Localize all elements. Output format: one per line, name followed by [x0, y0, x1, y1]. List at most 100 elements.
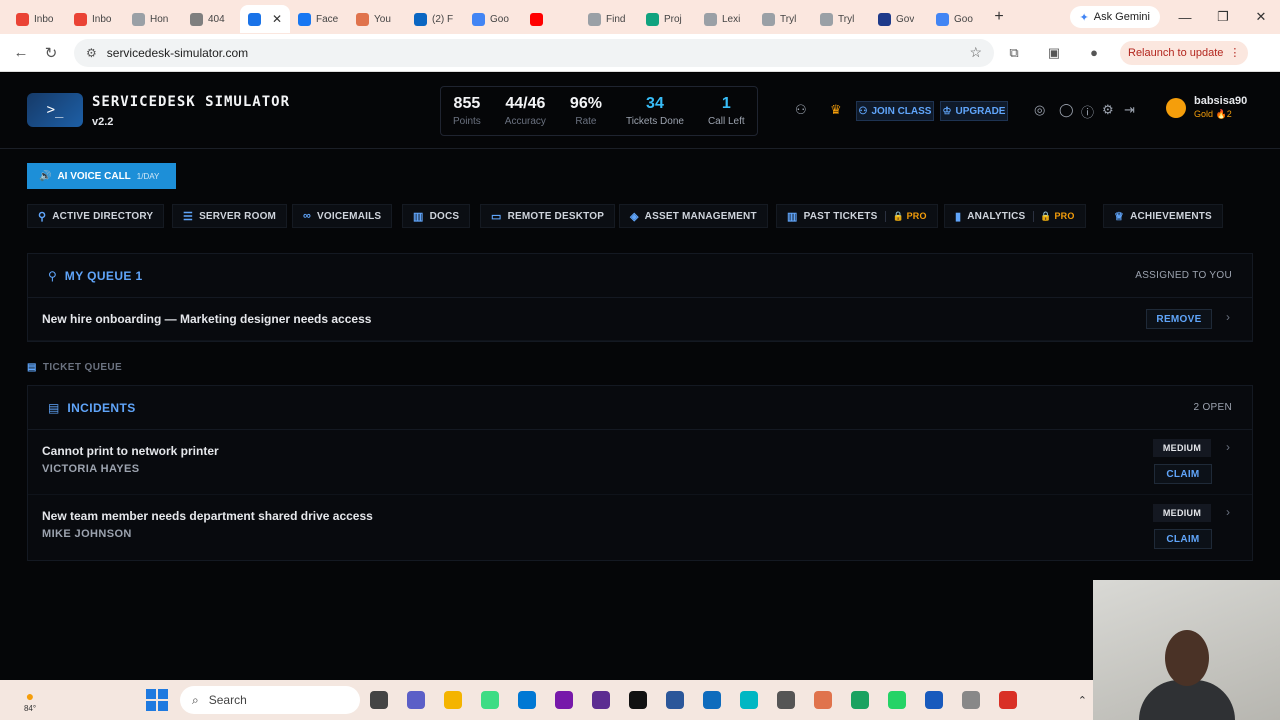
- address-bar[interactable]: ⚙ servicedesk-simulator.com ☆: [74, 38, 994, 67]
- browser-tab[interactable]: Face: [290, 5, 348, 33]
- browser-tab[interactable]: Goo: [928, 5, 986, 33]
- relaunch-button[interactable]: Relaunch to update ⋮: [1120, 40, 1249, 65]
- ticket-row[interactable]: New hire onboarding — Marketing designer…: [28, 298, 1252, 341]
- tab-favicon-icon: [472, 12, 485, 26]
- browser-tab[interactable]: [522, 5, 580, 33]
- browser-tab[interactable]: Tryl: [812, 5, 870, 33]
- taskbar-app-icon[interactable]: [545, 691, 582, 709]
- settings-gear-icon[interactable]: ⚙: [1102, 102, 1114, 118]
- tool-voicemails[interactable]: ∞ VOICEMAILS: [292, 204, 393, 228]
- taskbar-app-icon[interactable]: [767, 691, 804, 709]
- tool-analytics[interactable]: ▮ ANALYTICS 🔒 PRO: [944, 204, 1086, 228]
- ask-gemini-button[interactable]: ✦ Ask Gemini: [1069, 6, 1160, 28]
- ticket-row[interactable]: New team member needs department shared …: [28, 495, 1252, 560]
- team-icon[interactable]: ⚇: [795, 102, 807, 118]
- stat-value: 44/46: [505, 95, 546, 112]
- weather-temp: 84°: [23, 703, 37, 713]
- leaderboard-trophy-icon[interactable]: ♛: [830, 102, 842, 118]
- chevron-right-icon[interactable]: ›: [1226, 440, 1230, 454]
- browser-tab[interactable]: Gov: [870, 5, 928, 33]
- browser-tab[interactable]: Hon: [124, 5, 182, 33]
- ticket-title: New team member needs department shared …: [42, 509, 373, 523]
- remove-button[interactable]: REMOVE: [1146, 309, 1212, 329]
- browser-tab[interactable]: 404: [182, 5, 240, 33]
- my-queue-panel: ⚲ MY QUEUE 1 ASSIGNED TO YOU New hire on…: [27, 253, 1253, 342]
- taskbar-app-icon[interactable]: [693, 691, 730, 709]
- taskbar-app-icon[interactable]: [582, 691, 619, 709]
- join-class-icon: ⚇: [858, 105, 868, 117]
- sun-icon: ●: [25, 687, 35, 704]
- tab-favicon-icon: [588, 12, 601, 26]
- browser-tab[interactable]: Lexi: [696, 5, 754, 33]
- browser-tab[interactable]: Find: [580, 5, 638, 33]
- discord-icon[interactable]: ◎: [1034, 102, 1045, 118]
- app-title: SERVICEDESK SIMULATOR: [92, 94, 291, 110]
- close-window-button[interactable]: ✕: [1242, 9, 1280, 25]
- tool-docs[interactable]: ▥ DOCS: [402, 204, 471, 228]
- chat-icon[interactable]: ◯: [1059, 102, 1074, 118]
- browser-tab[interactable]: Goo: [464, 5, 522, 33]
- tool-past-tickets[interactable]: ▥ PAST TICKETS 🔒 PRO: [776, 204, 938, 228]
- browser-tab[interactable]: You: [348, 5, 406, 33]
- tab-favicon-icon: [878, 12, 891, 26]
- tab-label: Gov: [896, 13, 915, 25]
- upgrade-button[interactable]: ♔ UPGRADE: [940, 101, 1008, 121]
- bookmark-star-icon[interactable]: ☆: [969, 44, 982, 61]
- maximize-button[interactable]: ❐: [1204, 9, 1242, 25]
- taskbar-app-icon[interactable]: [619, 691, 656, 709]
- taskbar-app-icon[interactable]: [397, 691, 434, 709]
- extensions-icon[interactable]: ⧉: [994, 45, 1034, 61]
- browser-tab[interactable]: Tryl: [754, 5, 812, 33]
- taskbar-app-icon[interactable]: [878, 691, 915, 709]
- start-button[interactable]: [146, 689, 168, 711]
- app-logo: >_: [27, 93, 83, 127]
- taskbar-app-icon[interactable]: [841, 691, 878, 709]
- reading-mode-icon[interactable]: ▣: [1034, 45, 1074, 61]
- taskbar-search[interactable]: ⌕ Search: [180, 686, 360, 714]
- taskbar-app-icon[interactable]: [508, 691, 545, 709]
- tool-asset-management[interactable]: ◈ ASSET MANAGEMENT: [619, 204, 768, 228]
- tool-remote-desktop[interactable]: ▭ REMOTE DESKTOP: [480, 204, 616, 228]
- taskbar-app-icon[interactable]: [471, 691, 508, 709]
- taskbar-app-icon[interactable]: [656, 691, 693, 709]
- taskbar-app-icon[interactable]: [915, 691, 952, 709]
- claim-button[interactable]: CLAIM: [1154, 464, 1212, 484]
- tool-active-directory[interactable]: ⚲ ACTIVE DIRECTORY: [27, 204, 165, 228]
- chevron-right-icon[interactable]: ›: [1226, 505, 1230, 519]
- chevron-right-icon[interactable]: ›: [1226, 310, 1230, 324]
- person-icon: ⚲: [38, 210, 47, 223]
- ai-voice-call-button[interactable]: 🔊 AI VOICE CALL 1/DAY: [27, 163, 176, 189]
- join-class-button[interactable]: ⚇ JOIN CLASS: [856, 101, 934, 121]
- stat-rate: 96% Rate: [558, 87, 614, 135]
- browser-tab[interactable]: (2) F: [406, 5, 464, 33]
- logout-icon[interactable]: ⇥: [1124, 102, 1135, 118]
- browser-tab[interactable]: Proj: [638, 5, 696, 33]
- reload-button[interactable]: ↻: [36, 44, 66, 62]
- ticket-row[interactable]: Cannot print to network printer VICTORIA…: [28, 430, 1252, 495]
- tab-favicon-icon: [820, 12, 833, 26]
- new-tab-button[interactable]: +: [986, 8, 1012, 26]
- taskbar-app-icon[interactable]: [730, 691, 767, 709]
- tool-server-room[interactable]: ☰ SERVER ROOM: [172, 204, 288, 228]
- taskbar-app-icon[interactable]: [952, 691, 989, 709]
- minimize-button[interactable]: —: [1166, 10, 1204, 25]
- browser-tab[interactable]: Inbo: [8, 5, 66, 33]
- tray-chevron-icon[interactable]: ⌃: [1078, 694, 1087, 707]
- join-class-label: JOIN CLASS: [871, 105, 932, 117]
- more-menu-icon: ⋮: [1229, 47, 1241, 59]
- taskbar-app-icon[interactable]: [360, 691, 397, 709]
- info-icon[interactable]: ⓘ: [1081, 102, 1094, 121]
- weather-widget[interactable]: ● 84°: [0, 688, 60, 713]
- browser-tab[interactable]: Inbo: [66, 5, 124, 33]
- browser-tab[interactable]: ✕: [240, 5, 290, 33]
- claim-button[interactable]: CLAIM: [1154, 529, 1212, 549]
- taskbar-app-icon[interactable]: [434, 691, 471, 709]
- close-tab-icon[interactable]: ✕: [272, 12, 282, 26]
- user-profile[interactable]: babsisa90 Gold 🔥2: [1166, 95, 1247, 120]
- site-info-icon[interactable]: ⚙: [86, 46, 97, 60]
- profile-avatar[interactable]: ●: [1074, 45, 1114, 60]
- taskbar-app-icon[interactable]: [804, 691, 841, 709]
- back-button[interactable]: ←: [6, 44, 36, 61]
- taskbar-app-icon[interactable]: [989, 691, 1026, 709]
- tool-achievements[interactable]: ♕ ACHIEVEMENTS: [1103, 204, 1223, 228]
